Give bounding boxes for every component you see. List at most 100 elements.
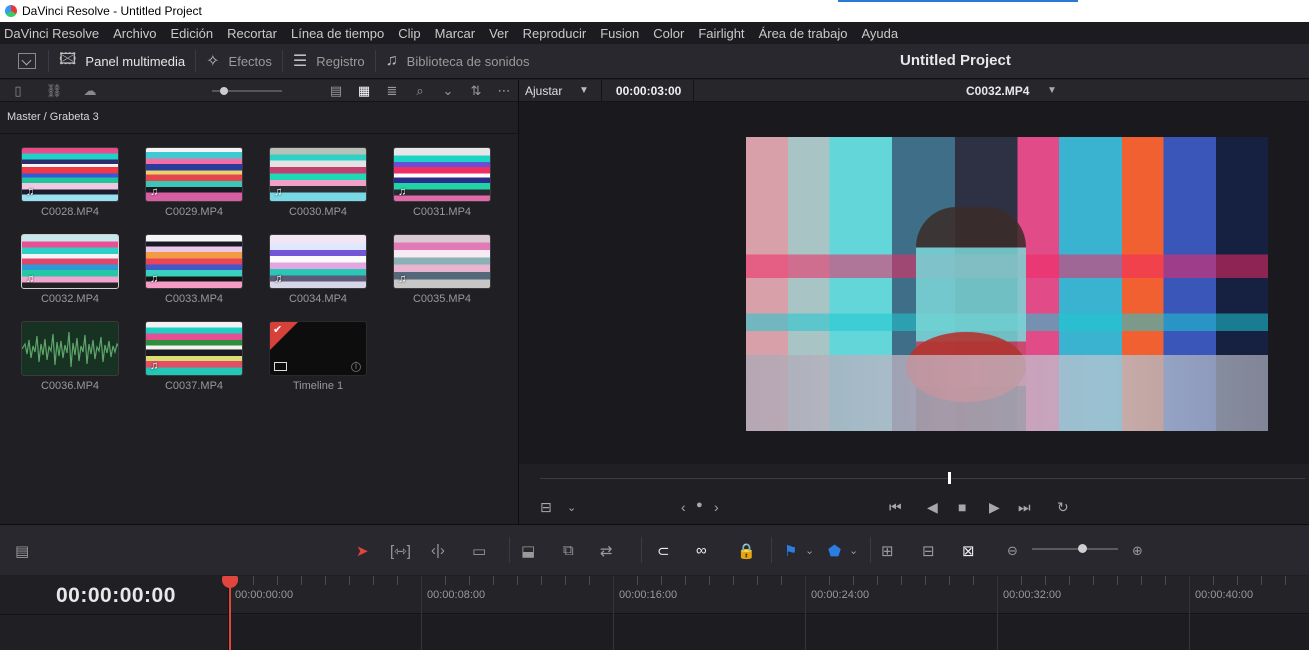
music-note-icon: ♫ (26, 186, 35, 198)
metadata-view-icon[interactable]: ▤ (322, 83, 350, 99)
menu-reproducir[interactable]: Reproducir (523, 26, 587, 41)
menu-linea-de-tiempo[interactable]: Línea de tiempo (291, 26, 384, 41)
chevron-down-icon[interactable]: ⌄ (849, 544, 858, 557)
flag-icon[interactable]: ⚑ (784, 542, 797, 560)
menu-color[interactable]: Color (653, 26, 684, 41)
selection-tool-icon[interactable]: ➤ (356, 542, 369, 560)
media-clip[interactable]: C0036.MP4 (21, 321, 119, 392)
media-clip[interactable]: ♫ C0035.MP4 (393, 234, 491, 305)
zoom-to-fit-icon[interactable]: ⊞ (881, 542, 894, 560)
menu-area-de-trabajo[interactable]: Área de trabajo (759, 26, 848, 41)
insert-clip-icon[interactable]: ⬓ (521, 542, 535, 560)
play-reverse-icon[interactable]: ◀ (927, 499, 938, 516)
sort-icon[interactable]: ⇅ (462, 83, 490, 99)
timeline-icon (274, 362, 287, 371)
go-to-start-icon[interactable]: ⏮ (889, 499, 902, 516)
viewer-clip-name[interactable]: C0032.MP4 (966, 84, 1029, 98)
menu-edicion[interactable]: Edición (171, 26, 214, 41)
overwrite-clip-icon[interactable]: ⧉ (563, 542, 574, 559)
menu-davinci-resolve[interactable]: DaVinci Resolve (4, 26, 99, 41)
menu-marcar[interactable]: Marcar (435, 26, 475, 41)
effects-button[interactable]: ✧ Efectos (196, 44, 282, 78)
clip-name: C0037.MP4 (164, 380, 224, 392)
magic-wand-icon: ✧ (206, 53, 220, 70)
list-view-icon[interactable]: ≣ (378, 83, 406, 99)
menu-fusion[interactable]: Fusion (600, 26, 639, 41)
thumbnail-view-icon[interactable]: ▦ (350, 83, 378, 99)
viewer-options-icon[interactable]: ⊟ (540, 499, 552, 516)
media-clip[interactable]: ♫ C0037.MP4 (145, 321, 243, 392)
chevron-down-icon[interactable]: ⌄ (805, 544, 814, 557)
linked-selection-icon[interactable]: ∞ (696, 542, 707, 559)
chevron-down-icon[interactable]: ⌄ (434, 83, 462, 99)
smart-bin-icon[interactable]: ☁ (72, 83, 108, 99)
media-clip[interactable]: ♫ C0028.MP4 (21, 147, 119, 218)
timeline-zoom-slider[interactable] (1032, 544, 1118, 553)
timeline-ruler[interactable] (229, 576, 1309, 614)
media-clip[interactable]: ♫ C0029.MP4 (145, 147, 243, 218)
project-title: Untitled Project (900, 52, 1011, 69)
ruler-label: 00:00:40:00 (1195, 589, 1254, 601)
viewer-header: Ajustar ▼ 00:00:03:00 C0032.MP4 ▼ (519, 79, 1309, 102)
zoom-custom-icon[interactable]: ⊠ (962, 542, 975, 560)
zoom-in-icon[interactable]: ⊕ (1132, 543, 1143, 559)
replace-clip-icon[interactable]: ⇄ (600, 542, 613, 560)
log-button[interactable]: ☰ Registro (283, 44, 375, 78)
zoom-detail-icon[interactable]: ⊟ (922, 542, 935, 560)
timeline-current-timecode[interactable]: 00:00:00:00 (56, 584, 176, 608)
menu-clip[interactable]: Clip (398, 26, 420, 41)
media-clip[interactable]: ♫ C0032.MP4 (21, 234, 119, 305)
stop-icon[interactable]: ■ (958, 499, 966, 515)
music-note-icon: ♫ (274, 273, 283, 285)
chevron-down-icon[interactable]: ▼ (1047, 85, 1057, 96)
media-pool-button[interactable]: 🖾 Panel multimedia (49, 44, 195, 78)
bin-list-toggle-icon[interactable]: ▯ (0, 83, 36, 99)
media-clip[interactable]: ♫ C0030.MP4 (269, 147, 367, 218)
go-to-end-icon[interactable]: ⏭ (1018, 499, 1031, 516)
image-icon: 🖾 (59, 50, 77, 68)
trim-tool-icon[interactable]: [⇿] (390, 542, 411, 560)
next-frame-nav-icon[interactable]: › (714, 499, 719, 515)
menu-fairlight[interactable]: Fairlight (698, 26, 744, 41)
divider (870, 537, 871, 563)
media-clip[interactable]: ♫ C0033.MP4 (145, 234, 243, 305)
timeline-track-area[interactable] (229, 615, 1309, 650)
search-icon[interactable]: ⌕ (406, 83, 434, 99)
dot-icon[interactable]: ● (696, 499, 703, 511)
more-options-icon[interactable]: ⋯ (490, 83, 518, 99)
log-label: Registro (316, 53, 365, 69)
chevron-down-icon[interactable]: ⌄ (567, 501, 576, 514)
media-clip[interactable]: ♫ C0034.MP4 (269, 234, 367, 305)
position-lock-icon[interactable]: 🔒 (737, 542, 756, 560)
chevron-down-icon[interactable]: ▼ (579, 85, 589, 96)
media-clip[interactable]: ♫ C0031.MP4 (393, 147, 491, 218)
menu-ver[interactable]: Ver (489, 26, 509, 41)
play-icon[interactable]: ▶ (989, 499, 1000, 516)
previous-frame-nav-icon[interactable]: ‹ (681, 499, 686, 515)
ruler-label: 00:00:32:00 (1003, 589, 1062, 601)
info-icon[interactable]: i (351, 362, 361, 372)
timeline-playhead-line[interactable] (229, 580, 231, 650)
snapping-icon[interactable]: ⊂ (657, 542, 670, 560)
menu-ayuda[interactable]: Ayuda (861, 26, 898, 41)
layout-dropdown-icon[interactable] (18, 53, 36, 69)
clip-name: C0035.MP4 (412, 293, 472, 305)
viewer-playhead[interactable] (948, 472, 952, 484)
blade-tool-icon[interactable]: ▭ (472, 542, 486, 560)
unlink-icon[interactable]: ⛓ (36, 83, 72, 99)
viewer-zoom-select[interactable]: Ajustar (525, 84, 577, 98)
breadcrumb[interactable]: Master / Grabeta 3 (7, 111, 99, 123)
viewer-timecode[interactable]: 00:00:03:00 (616, 84, 681, 98)
dynamic-trim-icon[interactable]: ‹|› (431, 542, 445, 559)
timeline-item[interactable]: ✔ i Timeline 1 (269, 321, 367, 392)
thumbnail-size-slider[interactable] (212, 87, 282, 95)
menu-recortar[interactable]: Recortar (227, 26, 277, 41)
timeline-view-options-icon[interactable]: ▤ (15, 542, 29, 560)
media-pool-toolbar: ▯ ⛓ ☁ ▤ ▦ ≣ ⌕ ⌄ ⇅ ⋯ (0, 80, 518, 102)
loop-icon[interactable]: ↻ (1057, 499, 1069, 516)
marker-icon[interactable]: ⬟ (828, 542, 841, 560)
sound-library-button[interactable]: ♫ Biblioteca de sonidos (376, 44, 540, 78)
zoom-out-icon[interactable]: ⊖ (1007, 543, 1018, 559)
menu-archivo[interactable]: Archivo (113, 26, 156, 41)
viewer-scrub-bar[interactable] (540, 478, 1305, 479)
